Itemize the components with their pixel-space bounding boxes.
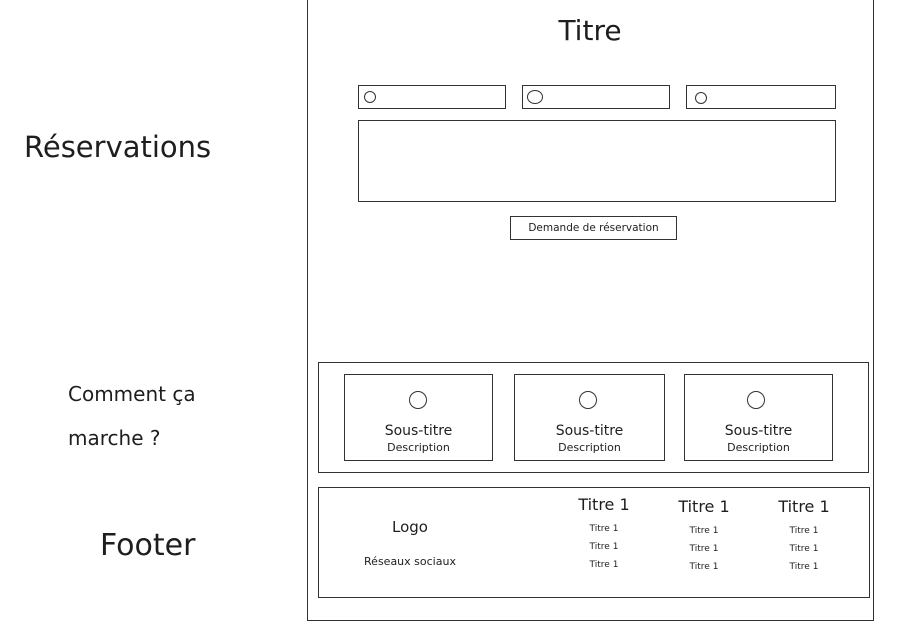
footer-social: Réseaux sociaux [364,555,456,568]
footer-link[interactable]: Titre 1 [762,522,846,540]
footer-link[interactable]: Titre 1 [762,540,846,558]
footer-column: Titre 1 Titre 1 Titre 1 Titre 1 [762,497,846,576]
card-subtitle: Sous-titre [724,423,793,439]
step-card: Sous-titre Description [514,374,665,461]
circle-icon [747,391,765,409]
reservation-title: Titre [558,14,622,47]
circle-icon [579,391,597,409]
message-textarea[interactable] [358,120,836,202]
input-field-2[interactable] [522,85,670,109]
footer-link[interactable]: Titre 1 [762,558,846,576]
label-footer: Footer [100,528,196,563]
step-card: Sous-titre Description [684,374,833,461]
footer-logo: Logo [392,518,428,536]
label-how-2: marche ? [68,426,161,450]
footer-column-title: Titre 1 [778,497,830,516]
footer-column-title: Titre 1 [678,497,730,516]
footer-link[interactable]: Titre 1 [662,558,746,576]
footer-link[interactable]: Titre 1 [662,540,746,558]
circle-icon [527,90,543,104]
footer-link[interactable]: Titre 1 [562,538,646,556]
step-card: Sous-titre Description [344,374,493,461]
card-description: Description [387,441,450,454]
card-subtitle: Sous-titre [555,423,624,439]
label-how-1: Comment ça [68,382,196,406]
footer-link[interactable]: Titre 1 [662,522,746,540]
footer-link[interactable]: Titre 1 [562,556,646,574]
card-description: Description [727,441,790,454]
circle-icon [695,92,707,104]
footer-link[interactable]: Titre 1 [562,520,646,538]
input-field-3[interactable] [686,85,836,109]
circle-icon [364,91,376,103]
reservation-request-button[interactable]: Demande de réservation [510,216,677,240]
card-subtitle: Sous-titre [384,423,453,439]
footer-column-title: Titre 1 [578,495,630,514]
card-description: Description [558,441,621,454]
circle-icon [409,391,427,409]
input-field-1[interactable] [358,85,506,109]
footer-column: Titre 1 Titre 1 Titre 1 Titre 1 [562,495,646,574]
footer-column: Titre 1 Titre 1 Titre 1 Titre 1 [662,497,746,576]
label-reservations: Réservations [24,130,212,164]
